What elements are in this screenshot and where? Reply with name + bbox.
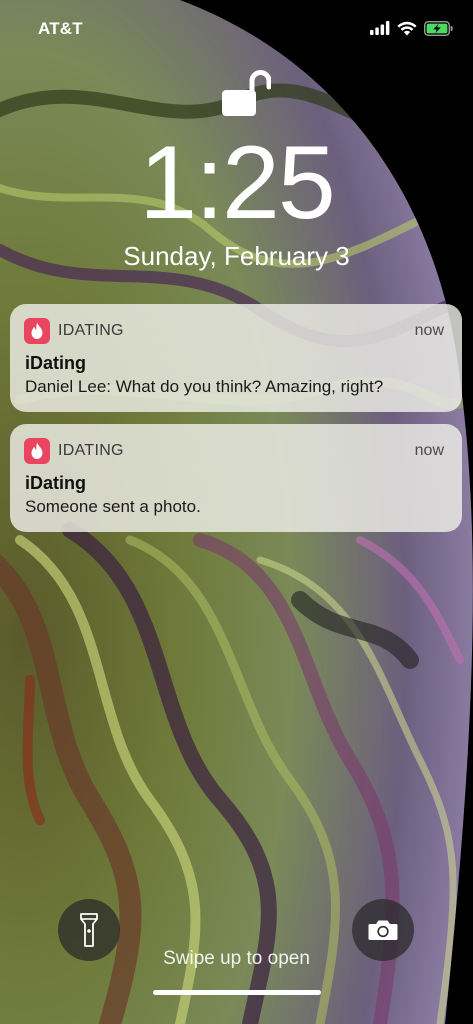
flashlight-icon — [80, 913, 98, 947]
home-indicator[interactable] — [153, 990, 321, 995]
notification-title: iDating — [25, 473, 86, 493]
notification-body: Daniel Lee: What do you think? Amazing, … — [25, 377, 384, 396]
lock-screen: AT&T 1:25 Sunday, February 3 IDATING now… — [0, 0, 473, 1024]
flame-icon — [24, 438, 50, 464]
status-icons — [370, 17, 453, 39]
lock-screen-date: Sunday, February 3 — [123, 241, 350, 271]
lock-screen-time: 1:25 — [139, 125, 335, 241]
carrier-label: AT&T — [38, 19, 83, 38]
notification-title: iDating — [25, 353, 86, 373]
notification-app-name: IDATING — [58, 442, 124, 459]
battery-charging-icon — [424, 20, 453, 36]
flame-icon — [24, 318, 50, 344]
notification-card[interactable]: IDATING now iDating Daniel Lee: What do … — [10, 304, 462, 412]
wifi-icon — [397, 21, 417, 35]
swipe-up-hint: Swipe up to open — [163, 948, 310, 969]
notification-body: Someone sent a photo. — [25, 497, 201, 516]
camera-icon — [368, 920, 398, 940]
unlocked-padlock-icon — [222, 70, 271, 116]
notification-time: now — [414, 322, 444, 339]
cellular-signal-icon — [370, 21, 390, 35]
notification-time: now — [414, 442, 444, 459]
notification-app-name: IDATING — [58, 322, 124, 339]
notification-card[interactable]: IDATING now iDating Someone sent a photo… — [10, 424, 462, 532]
